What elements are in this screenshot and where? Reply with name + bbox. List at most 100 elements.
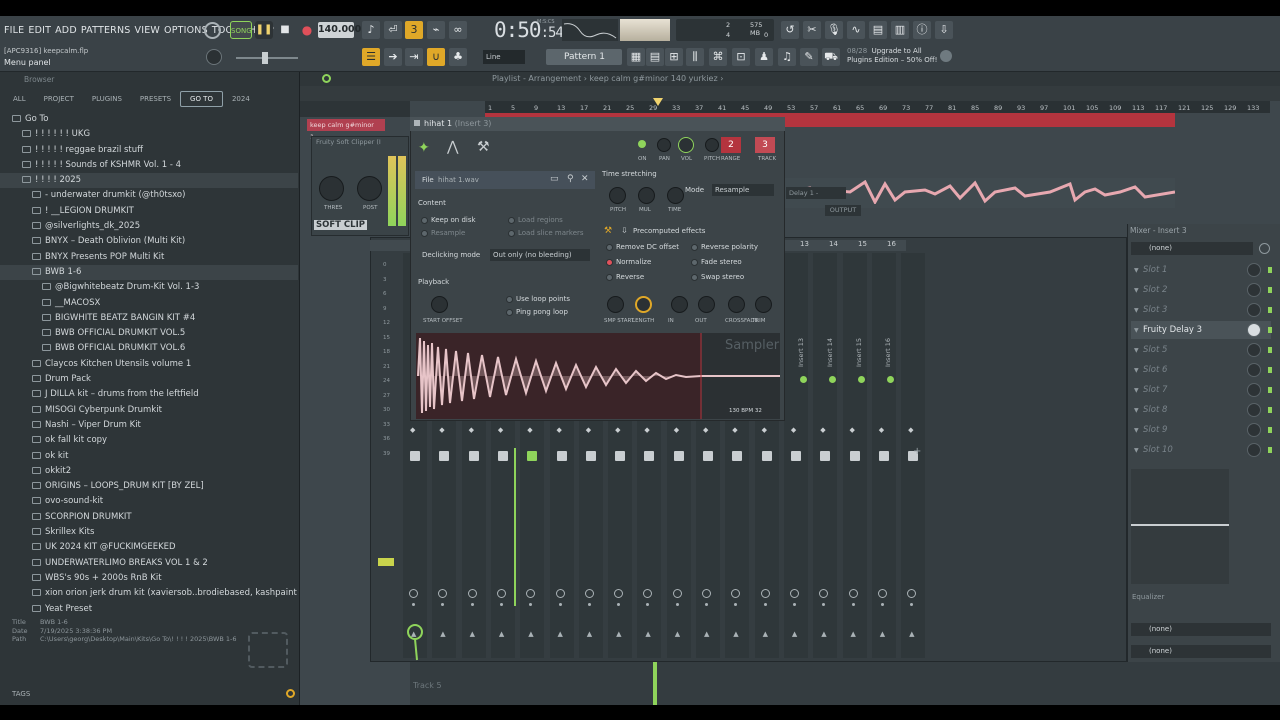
mixer-fader[interactable] xyxy=(878,451,889,461)
mixer-send-knob[interactable] xyxy=(467,589,477,598)
mixer-send-knob[interactable] xyxy=(877,589,887,598)
mixer-route-arrow-icon[interactable]: ▲ xyxy=(733,630,738,638)
browser-tree-item[interactable]: UNDERWATERLIMO BREAKS VOL 1 & 2 xyxy=(0,556,298,571)
fx-knob-smp-start[interactable] xyxy=(607,296,624,313)
resample-option[interactable]: Resample xyxy=(421,229,465,237)
browser-tree-item[interactable]: Drum Pack xyxy=(0,372,298,387)
fx-option-fade-stereo[interactable]: Fade stereo xyxy=(691,258,742,266)
slot-mix-knob[interactable] xyxy=(1247,443,1261,457)
keep-on-disk-option[interactable]: Keep on disk xyxy=(421,216,476,224)
menu-item-patterns[interactable]: PATTERNS xyxy=(81,25,131,36)
browser-tree-item[interactable]: Skrillex Kits xyxy=(0,525,298,540)
remove-sample-icon[interactable]: ✕ xyxy=(581,174,589,184)
slot-enable-led[interactable] xyxy=(1268,287,1272,293)
mixer-send-knob[interactable] xyxy=(409,589,418,598)
volume-knob[interactable] xyxy=(678,137,694,153)
browser-tree-item[interactable]: ORIGINS – LOOPS_DRUM KIT [BY ZEL] xyxy=(0,479,298,494)
mixer-insert-led[interactable] xyxy=(887,376,894,383)
stop-button[interactable]: ■ xyxy=(276,21,294,39)
file-name[interactable]: hihat 1.wav xyxy=(438,176,479,184)
mixer-fader[interactable] xyxy=(410,451,420,461)
mixer-pan-icon[interactable]: ◆ xyxy=(820,426,825,434)
slot-enable-led[interactable] xyxy=(1268,347,1272,353)
load-regions-option[interactable]: Load regions xyxy=(508,216,563,224)
browser-tree-item[interactable]: - underwater drumkit (@th0tsxo) xyxy=(0,188,298,203)
browser-tree-item[interactable]: Nashi – Viper Drum Kit xyxy=(0,418,298,433)
play-button[interactable]: ❚❚ xyxy=(255,21,273,39)
time-stretch-knob-time[interactable] xyxy=(667,187,684,204)
slot-menu-arrow-icon[interactable]: ▼ xyxy=(1134,327,1139,334)
loop-record-icon[interactable]: ∞ xyxy=(449,21,467,39)
mode-select[interactable]: Resample xyxy=(712,184,774,196)
undo-history-icon[interactable]: ↺ xyxy=(781,21,799,39)
mixer-pan-icon[interactable]: ◆ xyxy=(410,426,415,434)
browser-tree-item[interactable]: ! ! ! ! 2025 xyxy=(0,173,298,189)
slot-mix-knob[interactable] xyxy=(1247,303,1261,317)
plugin-icon[interactable]: ▥ xyxy=(891,21,909,39)
mixer-fader[interactable] xyxy=(820,451,831,461)
browser-tree-item[interactable]: okkit2 xyxy=(0,464,298,479)
ping-pong-option[interactable]: Ping pong loop xyxy=(506,308,568,316)
slot-menu-arrow-icon[interactable]: ▼ xyxy=(1134,427,1139,434)
mixer-pan-icon[interactable]: ◆ xyxy=(439,426,444,434)
insert-eq-display[interactable] xyxy=(1131,469,1229,584)
magnet-icon[interactable]: ∪ xyxy=(427,48,445,66)
browser-tree-item[interactable]: ! ! ! ! ! Sounds of KSHMR Vol. 1 - 4 xyxy=(0,158,298,173)
slot-enable-led[interactable] xyxy=(1268,327,1272,333)
mixer-pan-icon[interactable]: ◆ xyxy=(644,426,649,434)
use-loop-option[interactable]: Use loop points xyxy=(506,295,570,303)
slot-enable-led[interactable] xyxy=(1268,447,1272,453)
declicking-select[interactable]: Out only (no bleeding) xyxy=(490,249,590,261)
mixer-send-knob[interactable] xyxy=(672,589,682,598)
master-stereo-icon[interactable] xyxy=(403,620,433,662)
fx-option-remove-dc-offset[interactable]: Remove DC offset xyxy=(606,243,679,251)
browser-tree-item[interactable]: ok kit xyxy=(0,449,298,464)
mixer-route-arrow-icon[interactable]: ▲ xyxy=(440,630,445,638)
range-value[interactable]: 2 xyxy=(721,137,741,153)
browser-tree-item[interactable]: ok fall kit copy xyxy=(0,433,298,448)
fx-option-reverse[interactable]: Reverse xyxy=(606,273,644,281)
mixer-route-arrow-icon[interactable]: ▲ xyxy=(616,630,621,638)
track-value[interactable]: 3 xyxy=(755,137,775,153)
mixer-route-arrow-icon[interactable]: ▲ xyxy=(821,630,826,638)
browser-tree-item[interactable]: Go To xyxy=(0,112,298,127)
mixer-fader[interactable] xyxy=(527,451,538,461)
mixer-send-knob[interactable] xyxy=(496,589,506,598)
wrench-icon[interactable]: ⚒ xyxy=(477,139,490,155)
envelope-icon[interactable]: ⋀ xyxy=(447,139,458,155)
mixer-route-arrow-icon[interactable]: ▲ xyxy=(587,630,592,638)
mixer-fader[interactable] xyxy=(556,451,567,461)
menu-item-edit[interactable]: EDIT xyxy=(28,25,51,36)
browser-tree-item[interactable]: __MACOSX xyxy=(0,296,298,311)
menu-item-options[interactable]: OPTIONS xyxy=(164,25,208,36)
start-offset-knob[interactable] xyxy=(431,296,448,313)
mixer-insert-led[interactable] xyxy=(800,376,807,383)
browser-tree-item[interactable]: Yeat Preset xyxy=(0,602,298,617)
info-icon[interactable]: ⓘ xyxy=(913,21,931,39)
mixer-pan-icon[interactable]: ◆ xyxy=(879,426,884,434)
time-stretch-knob-pitch[interactable] xyxy=(609,187,626,204)
slot-menu-arrow-icon[interactable]: ▼ xyxy=(1134,307,1139,314)
browser-tree-item[interactable]: ! ! ! ! ! reggae brazil stuff xyxy=(0,143,298,158)
browser-tab-project[interactable]: PROJECT xyxy=(35,92,83,106)
slot-mix-knob[interactable] xyxy=(1247,343,1261,357)
step-edit-icon[interactable]: ⌁ xyxy=(427,21,445,39)
fx-knob-out[interactable] xyxy=(698,296,715,313)
tools-icon[interactable]: ⚲ xyxy=(567,174,574,184)
news-gear-icon[interactable] xyxy=(940,50,952,62)
fx-knob-crossfade[interactable] xyxy=(728,296,745,313)
mixer-pan-icon[interactable]: ◆ xyxy=(908,426,913,434)
snap-select[interactable]: Line xyxy=(483,50,525,64)
browser-tree-item[interactable]: BWB OFFICIAL DRUMKIT VOL.6 xyxy=(0,341,298,356)
channel-on-led[interactable] xyxy=(638,140,646,148)
mixer-route-arrow-icon[interactable]: ▲ xyxy=(704,630,709,638)
mixer-pan-icon[interactable]: ◆ xyxy=(791,426,796,434)
wait-input-icon[interactable]: ⏎ xyxy=(384,21,402,39)
post-knob[interactable] xyxy=(357,176,382,201)
browser-tree-item[interactable]: UK 2024 KIT @FUCKIMGEEKED xyxy=(0,540,298,555)
mixer-fader[interactable] xyxy=(703,451,713,461)
browser-tree-item[interactable]: BWB 1-6 xyxy=(0,264,298,281)
mixer-route-arrow-icon[interactable]: ▲ xyxy=(470,630,475,638)
slot-enable-led[interactable] xyxy=(1268,387,1272,393)
browser-tree-item[interactable]: BIGWHITE BEATZ BANGIN KIT #4 xyxy=(0,311,298,326)
